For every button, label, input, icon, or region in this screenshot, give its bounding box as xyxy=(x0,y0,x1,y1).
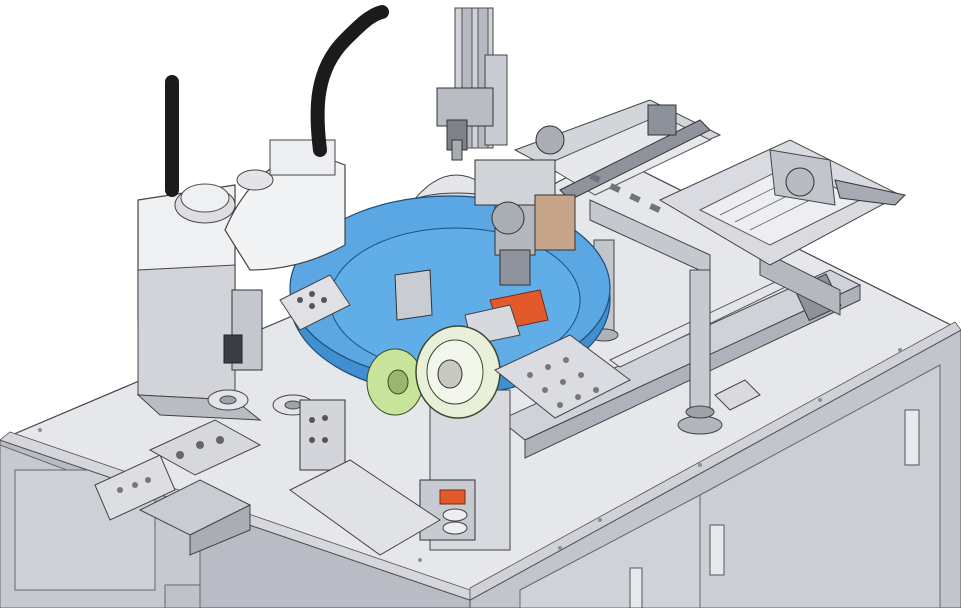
assembly-machine-render xyxy=(0,5,961,608)
vertical-column xyxy=(436,7,508,151)
